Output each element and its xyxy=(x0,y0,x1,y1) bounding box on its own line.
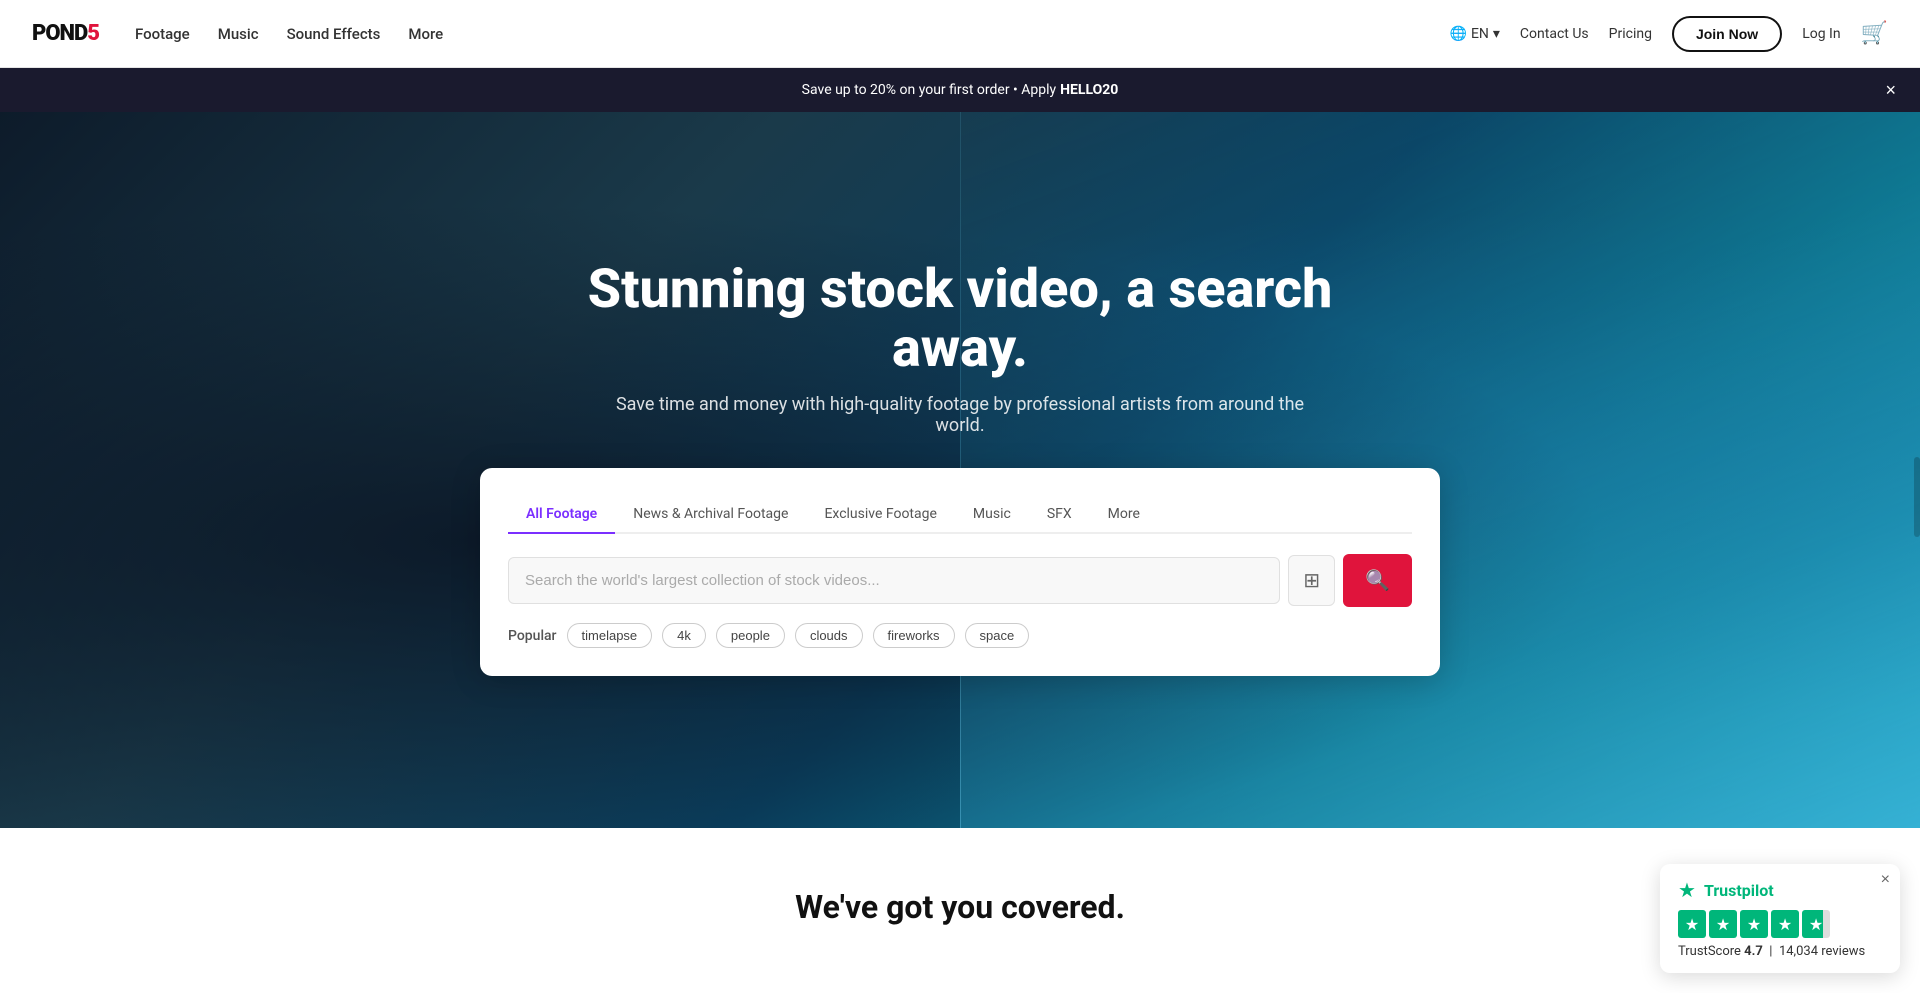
search-tabs: All Footage News & Archival Footage Excl… xyxy=(508,496,1412,534)
pricing-link[interactable]: Pricing xyxy=(1609,26,1652,42)
trustpilot-stars: ★ ★ ★ ★ ★ xyxy=(1678,910,1882,938)
tab-music[interactable]: Music xyxy=(955,496,1029,534)
nav-more[interactable]: More xyxy=(408,25,443,43)
hero-title: Stunning stock video, a search away. xyxy=(560,260,1360,379)
search-box: All Footage News & Archival Footage Excl… xyxy=(480,468,1440,676)
tab-news-archival[interactable]: News & Archival Footage xyxy=(615,496,806,534)
tab-exclusive-footage[interactable]: Exclusive Footage xyxy=(806,496,954,534)
trustpilot-star-icon: ★ xyxy=(1678,878,1696,902)
search-submit-button[interactable]: 🔍 xyxy=(1343,554,1412,607)
popular-tags-row: Popular timelapse 4k people clouds firew… xyxy=(508,623,1412,648)
visual-search-button[interactable]: ⊞ xyxy=(1288,555,1335,606)
scrollbar-indicator xyxy=(1914,457,1920,537)
language-selector[interactable]: 🌐 EN ▾ xyxy=(1450,26,1500,42)
nav-sound-effects[interactable]: Sound Effects xyxy=(287,25,381,43)
trustpilot-score: TrustScore 4.7 | 14,034 reviews xyxy=(1678,944,1882,959)
chevron-down-icon: ▾ xyxy=(1493,26,1500,42)
tag-4k[interactable]: 4k xyxy=(662,623,706,648)
trustscore-value: 4.7 xyxy=(1744,944,1763,959)
popular-label: Popular xyxy=(508,628,557,644)
search-input-row: ⊞ 🔍 xyxy=(508,554,1412,607)
reviews-label: reviews xyxy=(1821,944,1865,959)
visual-search-icon: ⊞ xyxy=(1303,568,1320,593)
star-5: ★ xyxy=(1802,910,1830,938)
nav-footage[interactable]: Footage xyxy=(135,25,190,43)
tag-timelapse[interactable]: timelapse xyxy=(567,623,653,648)
main-nav: POND5 Footage Music Sound Effects More 🌐… xyxy=(0,0,1920,68)
tag-fireworks[interactable]: fireworks xyxy=(873,623,955,648)
star-2: ★ xyxy=(1709,910,1737,938)
trustpilot-widget: × ★ Trustpilot ★ ★ ★ ★ ★ TrustScore 4.7 … xyxy=(1660,864,1900,973)
search-icon: 🔍 xyxy=(1365,568,1390,593)
logo-text-pond: POND xyxy=(32,21,87,46)
contact-us-link[interactable]: Contact Us xyxy=(1520,26,1589,42)
nav-links: Footage Music Sound Effects More xyxy=(135,25,1450,43)
bottom-title: We've got you covered. xyxy=(20,888,1900,926)
tab-sfx[interactable]: SFX xyxy=(1029,496,1090,534)
cart-icon[interactable]: 🛒 xyxy=(1861,21,1888,46)
tag-people[interactable]: people xyxy=(716,623,785,648)
tab-more[interactable]: More xyxy=(1090,496,1158,534)
login-link[interactable]: Log In xyxy=(1802,26,1840,42)
star-1: ★ xyxy=(1678,910,1706,938)
trustpilot-close-button[interactable]: × xyxy=(1881,872,1890,888)
hero-subtitle: Save time and money with high-quality fo… xyxy=(610,394,1310,436)
language-label: EN xyxy=(1471,26,1489,42)
star-4: ★ xyxy=(1771,910,1799,938)
promo-banner: Save up to 20% on your first order • App… xyxy=(0,68,1920,112)
promo-text: Save up to 20% on your first order • App… xyxy=(802,82,1056,98)
trustpilot-header: ★ Trustpilot xyxy=(1678,878,1882,902)
trustscore-label: TrustScore xyxy=(1678,944,1741,959)
bottom-section: We've got you covered. xyxy=(0,828,1920,946)
search-input[interactable] xyxy=(508,557,1280,604)
hero-section: Stunning stock video, a search away. Sav… xyxy=(0,108,1920,828)
join-now-button[interactable]: Join Now xyxy=(1672,16,1782,52)
promo-close-button[interactable]: × xyxy=(1885,81,1896,99)
nav-music[interactable]: Music xyxy=(218,25,259,43)
brand-logo[interactable]: POND5 xyxy=(32,21,99,46)
hero-content: Stunning stock video, a search away. Sav… xyxy=(0,260,1920,677)
star-3: ★ xyxy=(1740,910,1768,938)
logo-text-five: 5 xyxy=(87,21,99,46)
tag-space[interactable]: space xyxy=(965,623,1030,648)
reviews-count: 14,034 xyxy=(1779,944,1818,959)
tag-clouds[interactable]: clouds xyxy=(795,623,863,648)
promo-code: HELLO20 xyxy=(1060,82,1118,98)
trustpilot-logo: Trustpilot xyxy=(1704,881,1774,900)
globe-icon: 🌐 xyxy=(1450,26,1467,42)
nav-right: 🌐 EN ▾ Contact Us Pricing Join Now Log I… xyxy=(1450,16,1889,52)
tab-all-footage[interactable]: All Footage xyxy=(508,496,615,534)
